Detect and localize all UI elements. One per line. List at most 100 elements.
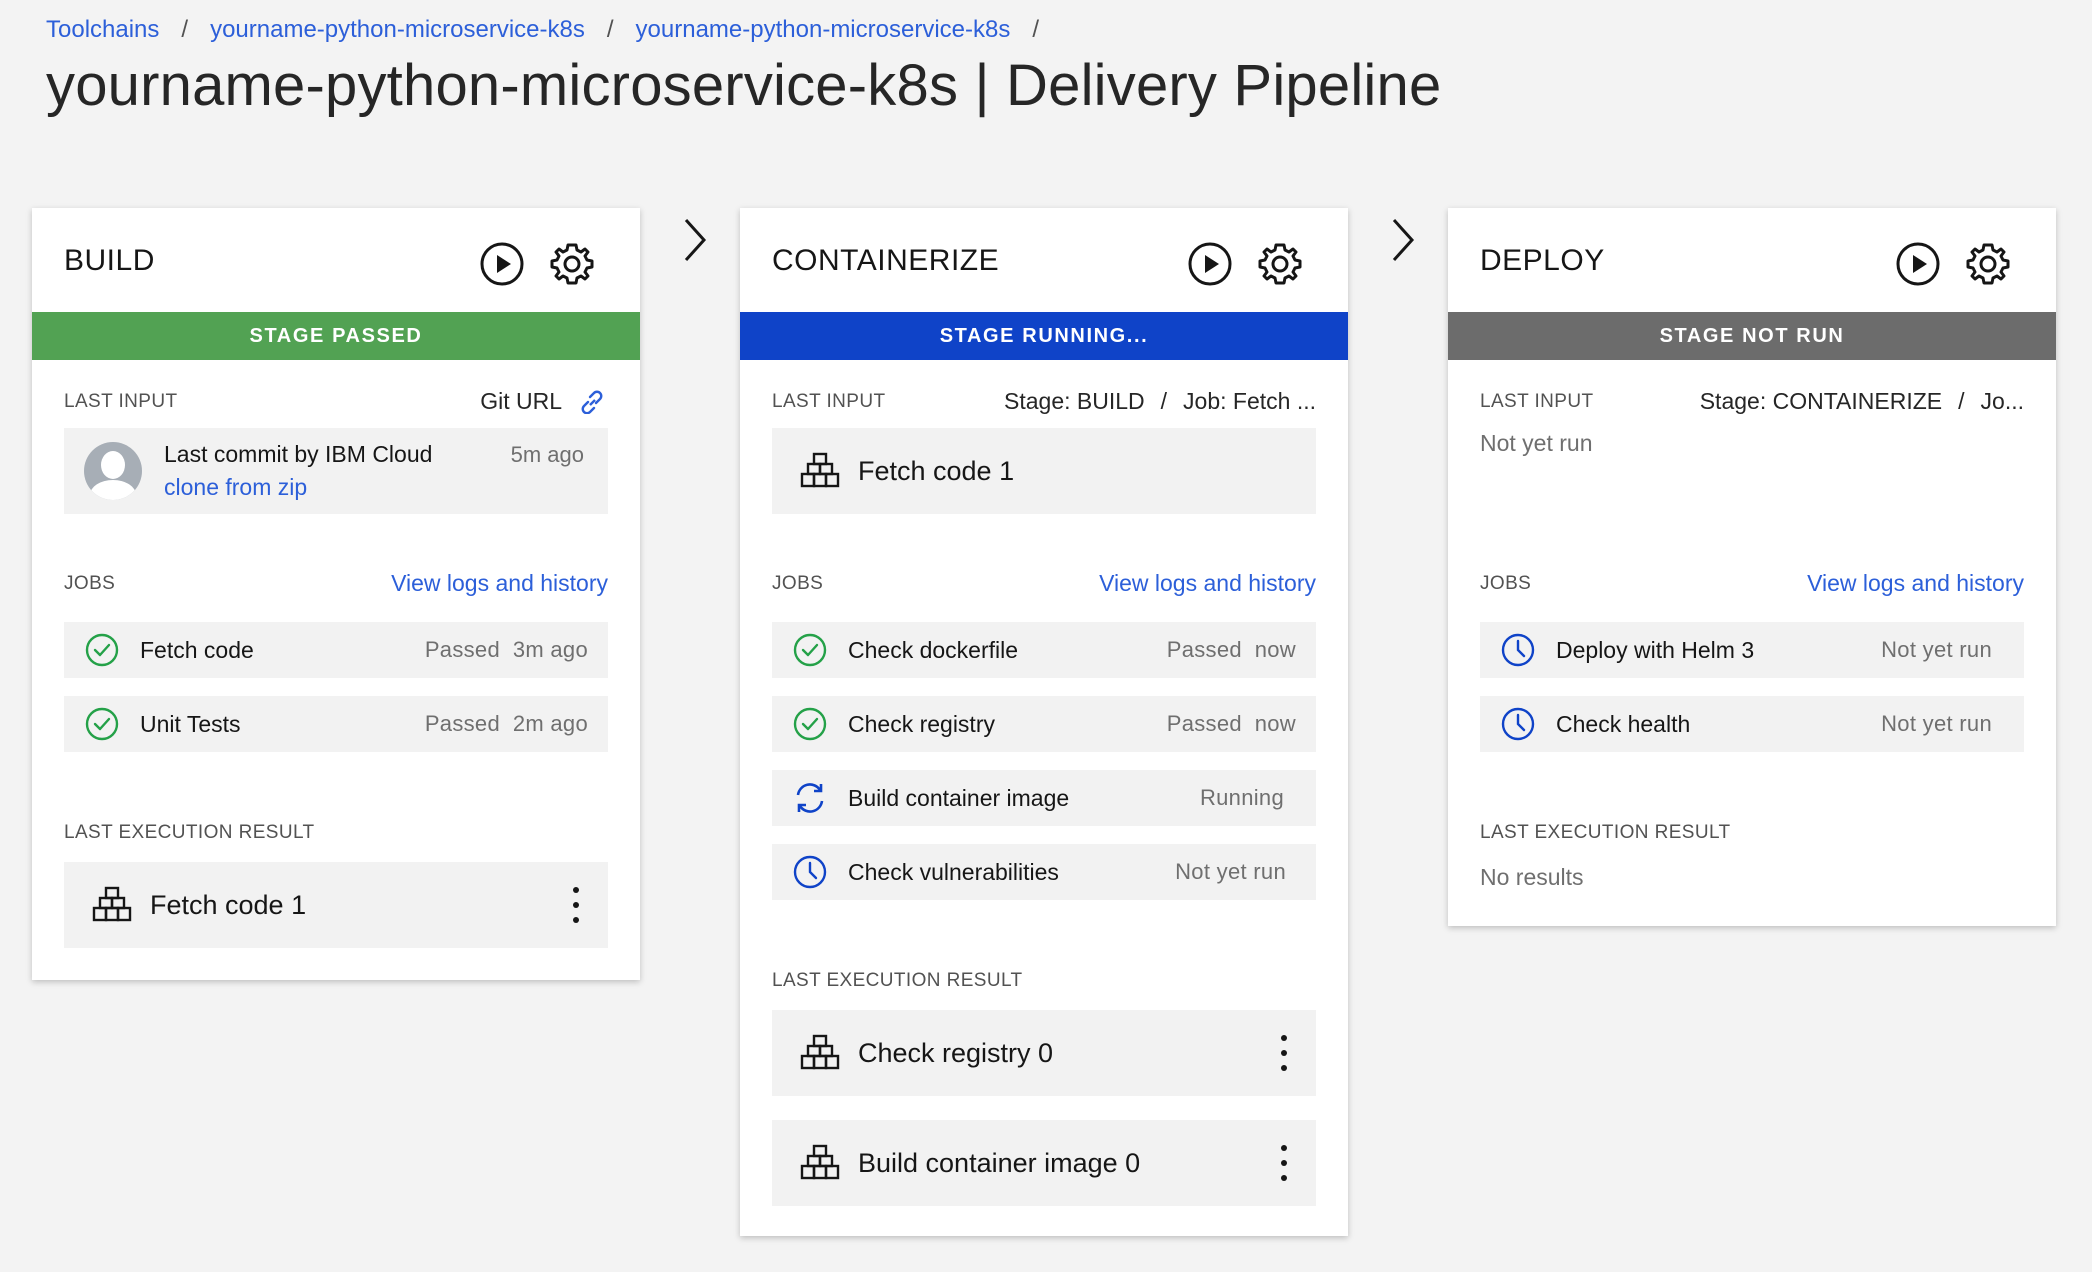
check-circle-icon — [793, 633, 827, 667]
job-row-check-vulnerabilities[interactable]: Check vulnerabilities Not yet run — [772, 844, 1316, 900]
job-name: Check vulnerabilities — [848, 858, 1059, 885]
stage-status-bar: STAGE RUNNING... — [740, 312, 1348, 360]
settings-gear-icon[interactable] — [1964, 240, 2012, 288]
stage-header: BUILD — [32, 208, 640, 312]
settings-gear-icon[interactable] — [1256, 240, 1304, 288]
jobs-label: JOBS — [64, 572, 116, 594]
chevron-right-icon — [684, 218, 707, 262]
run-stage-icon[interactable] — [1894, 240, 1942, 288]
check-circle-icon — [85, 633, 119, 667]
link-icon[interactable] — [576, 390, 608, 414]
commit-author: Last commit by IBM Cloud — [164, 441, 433, 467]
job-name: Fetch code — [140, 636, 254, 663]
jobs-label: JOBS — [1480, 572, 1532, 594]
stage-card-containerize: CONTAINERIZE STAGE RUNNING... LAST INPUT… — [740, 208, 1348, 1236]
clock-icon — [793, 855, 827, 889]
job-row-unit-tests[interactable]: Unit Tests Passed 2m ago — [64, 696, 608, 752]
job-name: Check health — [1556, 710, 1691, 737]
artifact-blocks-icon — [800, 452, 840, 488]
jobs-header: JOBS View logs and history — [64, 570, 608, 597]
job-status: Not yet run — [1175, 859, 1286, 884]
result-name: Fetch code 1 — [150, 889, 307, 920]
input-stage: Stage: CONTAINERIZE — [1699, 388, 1943, 414]
commit-message-link[interactable]: clone from zip — [164, 474, 511, 501]
last-input-header: LAST INPUT Stage: CONTAINERIZE / Jo... — [1480, 388, 2024, 415]
stage-title: BUILD — [64, 244, 155, 277]
breadcrumb-toolchain[interactable]: yourname-python-microservice-k8s — [210, 16, 585, 44]
chevron-right-icon — [1392, 218, 1415, 262]
breadcrumb: Toolchains / yourname-python-microservic… — [46, 16, 1061, 44]
last-input-header: LAST INPUT Stage: BUILD / Job: Fetch ... — [772, 388, 1316, 415]
input-stage: Stage: BUILD — [1004, 388, 1145, 414]
input-artifact-name: Fetch code 1 — [858, 455, 1015, 486]
page-title: yourname-python-microservice-k8s | Deliv… — [46, 53, 1442, 118]
input-not-yet-run: Not yet run — [1480, 430, 1593, 456]
input-source[interactable]: Git URL — [480, 388, 608, 415]
commit-time: 5m ago — [510, 442, 584, 467]
check-circle-icon — [85, 707, 119, 741]
run-stage-icon[interactable] — [1186, 240, 1234, 288]
job-status: Passed now — [1166, 637, 1296, 662]
job-status: Not yet run — [1881, 711, 1992, 736]
last-input-label: LAST INPUT — [772, 390, 886, 412]
job-row-check-dockerfile[interactable]: Check dockerfile Passed now — [772, 622, 1316, 678]
breadcrumb-toolchains[interactable]: Toolchains — [46, 16, 159, 44]
refresh-icon — [796, 783, 824, 813]
stage-status-bar: STAGE NOT RUN — [1448, 312, 2056, 360]
view-logs-link[interactable]: View logs and history — [391, 570, 608, 597]
last-execution-result-label: LAST EXECUTION RESULT — [64, 822, 315, 843]
clock-icon — [1501, 633, 1535, 667]
job-row-fetch-code[interactable]: Fetch code Passed 3m ago — [64, 622, 608, 678]
job-name: Deploy with Helm 3 — [1556, 636, 1755, 663]
job-status: Passed now — [1166, 711, 1296, 736]
no-results-text: No results — [1480, 864, 1584, 890]
run-stage-icon[interactable] — [478, 240, 526, 288]
stage-title: DEPLOY — [1480, 244, 1605, 277]
execution-result-item[interactable]: Check registry 0 — [772, 1010, 1316, 1096]
job-row-deploy-helm[interactable]: Deploy with Helm 3 Not yet run — [1480, 622, 2024, 678]
artifact-blocks-icon — [92, 886, 132, 922]
last-execution-result-label: LAST EXECUTION RESULT — [1480, 822, 1731, 843]
execution-result-item[interactable]: Build container image 0 — [772, 1120, 1316, 1206]
clock-icon — [1501, 707, 1535, 741]
job-status: Running — [1199, 785, 1284, 810]
last-commit-box: Last commit by IBM Cloud clone from zip … — [64, 428, 608, 514]
last-execution-result-label: LAST EXECUTION RESULT — [772, 970, 1023, 991]
breadcrumb-separator: / — [1032, 16, 1040, 43]
result-name: Build container image 0 — [858, 1147, 1141, 1178]
breadcrumb-separator: / — [606, 16, 614, 43]
stage-header: DEPLOY — [1448, 208, 2056, 312]
breadcrumb-separator: / — [181, 16, 189, 43]
job-name: Unit Tests — [140, 710, 241, 737]
view-logs-link[interactable]: View logs and history — [1099, 570, 1316, 597]
job-name: Check dockerfile — [848, 636, 1019, 663]
last-input-label: LAST INPUT — [64, 390, 178, 412]
settings-gear-icon[interactable] — [548, 240, 596, 288]
overflow-menu-icon[interactable] — [1278, 1035, 1290, 1071]
job-status: Passed 2m ago — [424, 711, 588, 736]
view-logs-link[interactable]: View logs and history — [1807, 570, 2024, 597]
job-row-check-health[interactable]: Check health Not yet run — [1480, 696, 2024, 752]
jobs-header: JOBS View logs and history — [772, 570, 1316, 597]
stage-card-build: BUILD STAGE PASSED LAST INPUT Git URL La… — [32, 208, 640, 980]
breadcrumb-pipeline[interactable]: yourname-python-microservice-k8s — [636, 16, 1011, 44]
job-status: Not yet run — [1881, 637, 1992, 662]
job-row-build-container-image[interactable]: Build container image Running — [772, 770, 1316, 826]
input-source[interactable]: Stage: CONTAINERIZE / Jo... — [1700, 388, 2024, 415]
stage-title: CONTAINERIZE — [772, 244, 1000, 277]
overflow-menu-icon[interactable] — [1278, 1145, 1290, 1181]
check-circle-icon — [793, 707, 827, 741]
stage-status-bar: STAGE PASSED — [32, 312, 640, 360]
job-row-check-registry[interactable]: Check registry Passed now — [772, 696, 1316, 752]
overflow-menu-icon[interactable] — [570, 887, 582, 923]
jobs-header: JOBS View logs and history — [1480, 570, 2024, 597]
job-status: Passed 3m ago — [424, 637, 588, 662]
last-input-artifact[interactable]: Fetch code 1 — [772, 428, 1316, 514]
result-name: Check registry 0 — [858, 1037, 1054, 1068]
git-url-label: Git URL — [480, 388, 562, 414]
last-input-header: LAST INPUT Git URL — [64, 388, 608, 415]
execution-result-item[interactable]: Fetch code 1 — [64, 862, 608, 948]
avatar — [84, 442, 142, 500]
artifact-blocks-icon — [800, 1144, 840, 1180]
input-source[interactable]: Stage: BUILD / Job: Fetch ... — [1004, 388, 1316, 415]
